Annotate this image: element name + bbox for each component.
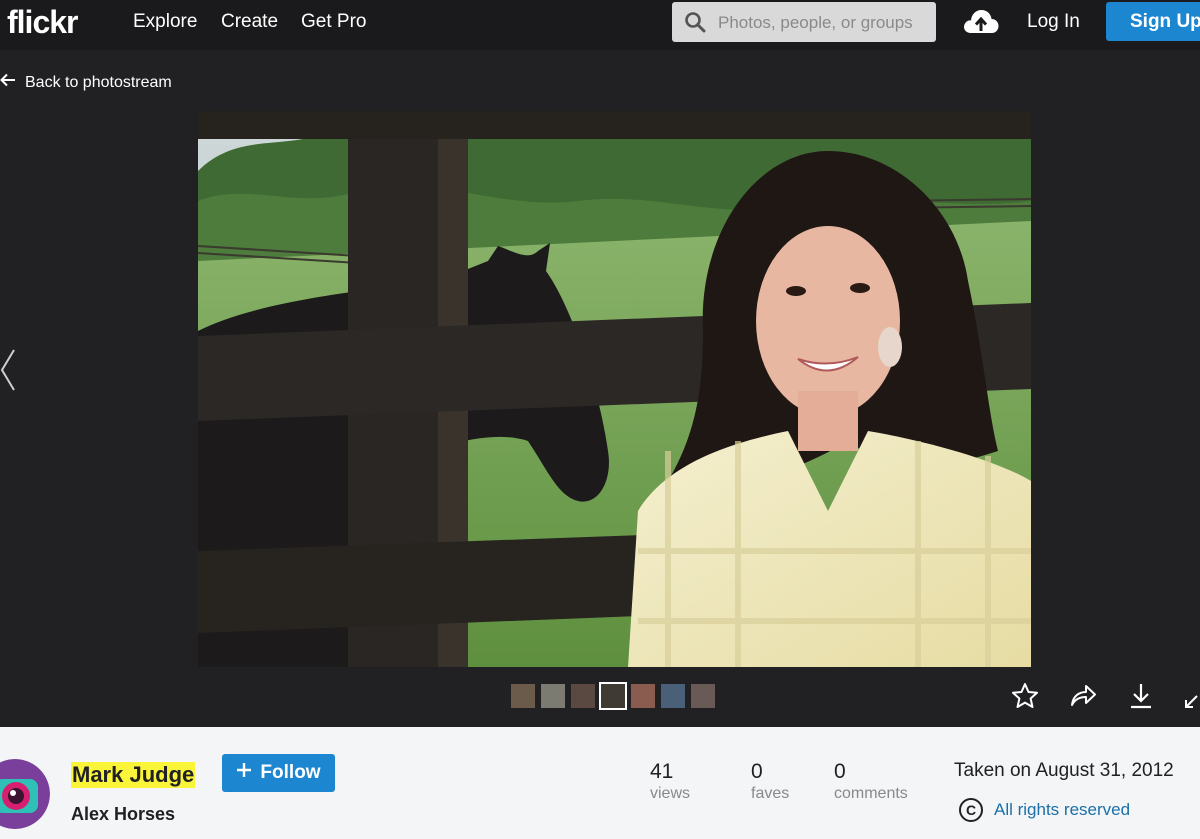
license-link[interactable]: C All rights reserved	[959, 798, 1130, 822]
cloud-upload-icon[interactable]	[962, 6, 1000, 41]
log-in-link[interactable]: Log In	[1027, 11, 1080, 33]
copyright-icon: C	[959, 798, 983, 822]
photo-title: Alex Horses	[71, 804, 176, 824]
back-to-photostream-link[interactable]: Back to photostream	[0, 73, 172, 92]
share-arrow-icon[interactable]	[1068, 681, 1098, 716]
follow-button[interactable]: Follow	[222, 754, 335, 792]
nav-get-pro-link[interactable]: Get Pro	[301, 11, 366, 33]
license-label: All rights reserved	[994, 800, 1131, 819]
search-icon[interactable]	[684, 11, 706, 38]
faves-label: faves	[751, 785, 790, 802]
download-icon[interactable]	[1126, 681, 1156, 716]
chevron-left-icon[interactable]	[0, 348, 16, 397]
photo-thumbnail[interactable]	[599, 682, 627, 710]
follow-button-label: Follow	[260, 762, 321, 783]
main-photo	[198, 111, 1031, 667]
flickr-logo[interactable]: flickr	[7, 4, 78, 41]
star-icon[interactable]	[1010, 681, 1040, 716]
search-input[interactable]	[716, 9, 930, 37]
photo-thumbnail[interactable]	[511, 684, 535, 708]
photo-thumbnail[interactable]	[691, 684, 715, 708]
search-box	[672, 2, 936, 42]
owner-name-link[interactable]: Mark Judge	[71, 762, 196, 788]
comments-stat: 0 comments	[834, 760, 908, 803]
photo-thumbnail[interactable]	[571, 684, 595, 708]
nav-create-link[interactable]: Create	[221, 11, 278, 33]
photo-thumbnail[interactable]	[541, 684, 565, 708]
views-stat: 41 views	[650, 760, 690, 803]
date-taken: Taken on August 31, 2012	[954, 760, 1174, 781]
top-navigation-bar: flickr Explore Create Get Pro Log In Sig…	[0, 0, 1200, 50]
photo-thumbnail[interactable]	[661, 684, 685, 708]
arrow-left-icon	[0, 73, 16, 92]
comments-label: comments	[834, 785, 908, 802]
expand-icon[interactable]	[1183, 681, 1200, 716]
views-label: views	[650, 785, 691, 802]
comments-count: 0	[834, 760, 846, 783]
sign-up-button[interactable]: Sign Up	[1106, 2, 1200, 41]
photo-thumbnail[interactable]	[631, 684, 655, 708]
photo-thumbnail-strip	[511, 682, 715, 710]
nav-explore-link[interactable]: Explore	[133, 11, 197, 33]
plus-icon	[236, 762, 252, 784]
faves-stat: 0 faves	[751, 760, 789, 803]
photo-info-panel: Mark Judge Follow Alex Horses 41 views 0…	[0, 727, 1200, 839]
faves-count: 0	[751, 760, 763, 783]
back-link-label: Back to photostream	[25, 73, 172, 91]
views-count: 41	[650, 760, 674, 783]
avatar[interactable]	[0, 759, 50, 829]
